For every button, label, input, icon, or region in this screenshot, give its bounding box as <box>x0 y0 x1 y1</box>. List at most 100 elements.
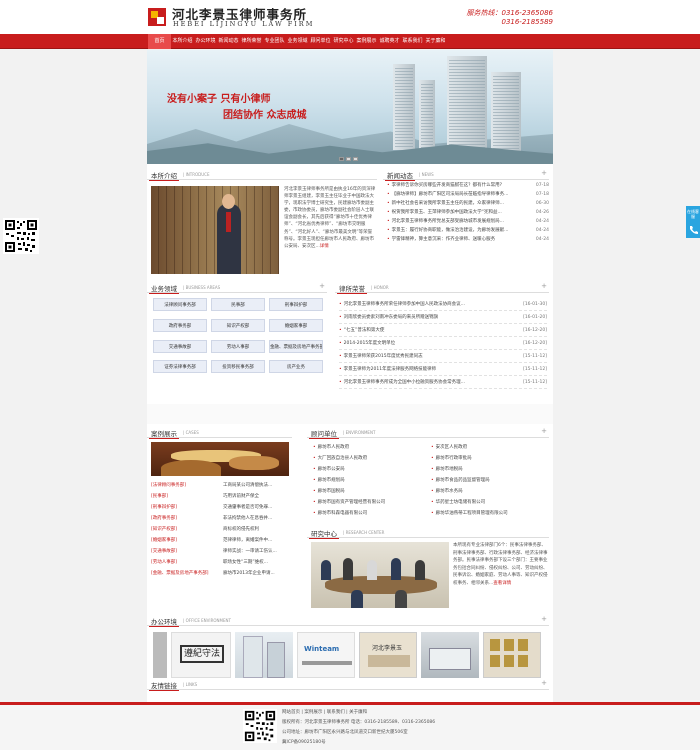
list-item[interactable]: [劳动人事部] 职场女性“三期”维权... <box>151 559 291 567</box>
list-item[interactable]: • 河北李景玉律师事务所荣任律师参加中国人民政法协商会议... [16-01-30] <box>339 298 547 311</box>
list-item[interactable]: • 廊坊市国税局 <box>313 488 425 496</box>
banner-dot[interactable] <box>346 157 351 161</box>
office-photo[interactable]: Winteam <box>297 632 355 678</box>
nav-item-team[interactable]: 专业团队 <box>263 34 286 49</box>
list-item[interactable]: • 李景玉律师荣获2015年度优秀民建同志 [15-11-12] <box>339 350 547 363</box>
business-button[interactable]: 婚姻家事部 <box>269 319 323 332</box>
list-item[interactable]: • 廊坊市科森电器有限公司 <box>313 510 425 518</box>
business-title[interactable]: 业务领域 <box>149 283 179 294</box>
nav-item-home[interactable]: 首页 <box>148 34 171 49</box>
list-item[interactable]: • 新中社社会名采访我所李景玉主任的民建，众家律律师... 06-30 <box>387 200 549 208</box>
office-photo[interactable] <box>421 632 479 678</box>
list-item[interactable]: • 廊坊华油燕蒂工程项目管理有限公司 <box>431 510 549 518</box>
list-item[interactable]: • 李景玉律师为2011年度法律服务网络技能律师 [15-11-12] <box>339 363 547 376</box>
nav-item-contact[interactable]: 联系我们 <box>401 34 424 49</box>
list-item[interactable]: • 【廊坊律师】廊坊市广阳区司法局局长莅临指导律师事务... 07-18 <box>387 191 549 199</box>
clients-more-icon[interactable]: + <box>541 427 547 435</box>
list-item[interactable]: [刑事辩护部] 交通肇事者是否可免罪... <box>151 504 291 512</box>
intro-more-link[interactable]: 详情 <box>320 244 329 249</box>
links-title[interactable]: 友情链接 <box>149 680 179 691</box>
nav-item-jobs[interactable]: 诚聘英才 <box>378 34 401 49</box>
hotline-number-2: 0316-2185589 <box>501 18 553 26</box>
business-button[interactable]: 法律顾问事务部 <box>153 298 207 311</box>
list-item[interactable]: • 廊坊市水务局 <box>431 488 549 496</box>
list-item[interactable]: • 廊坊市食品药品监督管理局 <box>431 477 549 485</box>
list-item[interactable]: • 廊坊市规划局 <box>313 477 425 485</box>
banner-slideshow[interactable]: 没有小案子 只有小律师 团结协作 众志成城 <box>147 50 553 164</box>
list-item[interactable]: [婚姻家事部] 范律律师，离婚案件中... <box>151 537 291 545</box>
nav-item-lianhe[interactable]: 关于廉和 <box>424 34 447 49</box>
list-item[interactable]: • 学雷锋精神，算主意沉采：作齐业律师、送暖心服务 04-24 <box>387 236 549 244</box>
list-item[interactable]: • 安次区人民政府 <box>431 444 549 452</box>
nav-item-clients[interactable]: 顾问单位 <box>309 34 332 49</box>
business-button[interactable]: 证券法律事务部 <box>153 360 207 373</box>
office-photo[interactable]: 遵紀守法 <box>171 632 231 678</box>
business-button[interactable]: 刑事辩护部 <box>269 298 323 311</box>
list-item[interactable]: • 廊坊市行政审批局 <box>431 455 549 463</box>
list-item[interactable]: • 华药星士坊电储有限公司 <box>431 499 549 507</box>
links-more-icon[interactable]: + <box>541 679 547 687</box>
business-header: 业务领域 | BUSINESS AREAS + <box>147 281 327 294</box>
honor-more-icon[interactable]: + <box>541 282 547 290</box>
business-button[interactable]: 房产业务 <box>269 360 323 373</box>
list-item[interactable]: • 河北李景玉律师事务所成为全国中小拉融资服务协会常务理... [15-11-12] <box>339 376 547 389</box>
list-item[interactable]: [知识产权部] 商标权的侵先权利 <box>151 526 291 534</box>
office-title[interactable]: 办公环境 <box>149 616 179 627</box>
footer-links[interactable]: 网站首页 | 案例展示 | 联系我们 | 关于廉和 <box>282 709 367 715</box>
list-item[interactable]: • 刘雨欣委员委索刘南冲东委局的来员所赠送锦旗 [16-01-20] <box>339 311 547 324</box>
nav-item-cases[interactable]: 案例展示 <box>355 34 378 49</box>
list-item[interactable]: • 廊坊市公安局 <box>313 466 425 474</box>
list-item[interactable]: [交通事故部] 律师实战：一审请工伤认... <box>151 548 291 556</box>
nav-item-news[interactable]: 新闻动态 <box>217 34 240 49</box>
business-button[interactable]: 政府事务部 <box>153 319 207 332</box>
business-button[interactable]: 金融、票据及房地产事务部 <box>269 340 323 353</box>
research-more-link[interactable]: 查看详情 <box>493 581 511 586</box>
office-photo[interactable]: 河北李景玉 <box>359 632 417 678</box>
nav-item-honor[interactable]: 律所荣誉 <box>240 34 263 49</box>
news-title[interactable]: 新闻动态 <box>385 170 415 181</box>
clients-title[interactable]: 顾问单位 <box>309 428 339 439</box>
banner-building <box>419 80 435 150</box>
list-item[interactable]: • 2014-2015年度文明单位 [16-12-20] <box>339 337 547 350</box>
list-item[interactable]: • 廊坊市地税局 <box>431 466 549 474</box>
research-title[interactable]: 研究中心 <box>309 528 339 539</box>
list-item[interactable]: • 大厂回族自治县人民政府 <box>313 455 425 463</box>
office-photo[interactable] <box>483 632 541 678</box>
list-item[interactable]: • 李律师告诉你买房哪些开发商猫腻在这？都有什么常用? 07-18 <box>387 182 549 190</box>
list-item[interactable]: • “七五”普法和第大使 [16-12-20] <box>339 324 547 337</box>
office-more-icon[interactable]: + <box>541 615 547 623</box>
office-photo[interactable] <box>235 632 293 678</box>
footer-address: 公司地址：廊坊市广阳区永兴路与北凤道交口新世纪大厦506室 <box>282 730 408 735</box>
nav-item-office[interactable]: 办公环境 <box>194 34 217 49</box>
cases-title[interactable]: 案例展示 <box>149 428 179 439</box>
business-more-icon[interactable]: + <box>319 282 325 290</box>
list-item[interactable]: [金融、票据及房地产事务部] 廊坊市2013年企业申请... <box>151 570 291 578</box>
news-subtitle: | NEWS <box>419 172 434 177</box>
business-button[interactable]: 投资移民事务部 <box>211 360 265 373</box>
list-item[interactable]: • 祝贺我所李景玉、王萍律师参加中国政法大学“宪和益... 04-26 <box>387 209 549 217</box>
list-item[interactable]: [民事部] 巧用诉前财产保全 <box>151 493 291 501</box>
logo-icon[interactable] <box>148 8 166 26</box>
honor-title[interactable]: 律所荣誉 <box>337 283 367 294</box>
nav-item-business[interactable]: 业务领域 <box>286 34 309 49</box>
business-button[interactable]: 劳动人事部 <box>211 340 265 353</box>
list-item[interactable]: • 李景玉：履行好协商职能，做法治治建设，为廊坊发展献... 04-24 <box>387 227 549 235</box>
nav-item-about[interactable]: 本所介绍 <box>171 34 194 49</box>
list-item[interactable]: [法律顾问事务部] 工商局某公司清偿执法... <box>151 482 291 490</box>
nav-item-research[interactable]: 研究中心 <box>332 34 355 49</box>
business-button[interactable]: 知识产权部 <box>211 319 265 332</box>
intro-title[interactable]: 本所介绍 <box>149 170 179 181</box>
business-button[interactable]: 民事部 <box>211 298 265 311</box>
list-item[interactable]: • 廊坊市国有资产管理经营有限公司 <box>313 499 425 507</box>
footer-icp[interactable]: 冀ICP备09025180号 <box>282 739 326 745</box>
list-item[interactable]: • 河北李景玉律师事务所党总支部受廊坊城市发展规划局... 04-24 <box>387 218 549 226</box>
business-button[interactable]: 交通事故部 <box>153 340 207 353</box>
banner-dot[interactable] <box>353 157 358 161</box>
list-item[interactable]: • 廊坊市人民政府 <box>313 444 425 452</box>
phone-icon[interactable] <box>686 224 700 236</box>
list-item[interactable]: [政府事务部] 非法拘禁他人在息吞并... <box>151 515 291 523</box>
banner-dot[interactable] <box>339 157 344 161</box>
office-photo[interactable] <box>153 632 167 678</box>
news-more-icon[interactable]: + <box>541 169 547 177</box>
honor-header: 律所荣誉 | HONOR + <box>335 281 549 294</box>
